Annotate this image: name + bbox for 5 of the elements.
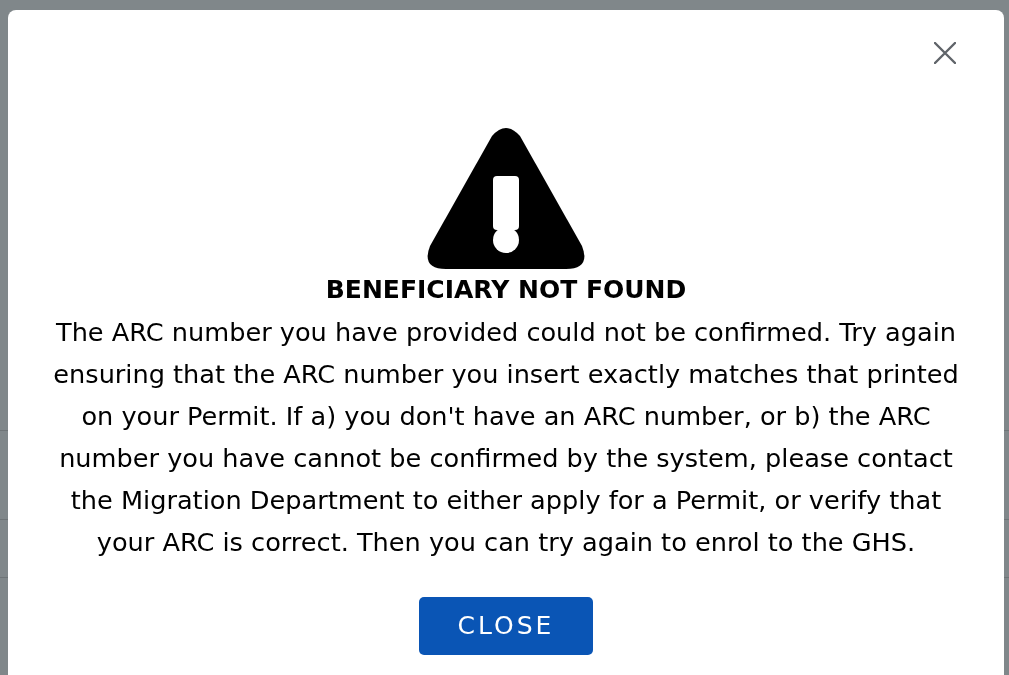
dialog-message: The ARC number you have provided could not be confirmed. Try again ensuring that the ARC number you insert exactly matches that printed on your Permit. If a) you don't have an ARC number, or b) the ARC number you have cannot be confirmed by the system, please contact the Migration Department to either apply for a Permit, or verify that your ARC is correct. Then you can try again to enrol to the GHS. xyxy=(52,316,960,559)
warning-icon xyxy=(426,128,586,269)
dialog-title: BENEFICIARY NOT FOUND xyxy=(325,275,687,305)
close-dialog-button[interactable]: CLOSE xyxy=(419,597,593,655)
close-icon xyxy=(934,42,956,64)
